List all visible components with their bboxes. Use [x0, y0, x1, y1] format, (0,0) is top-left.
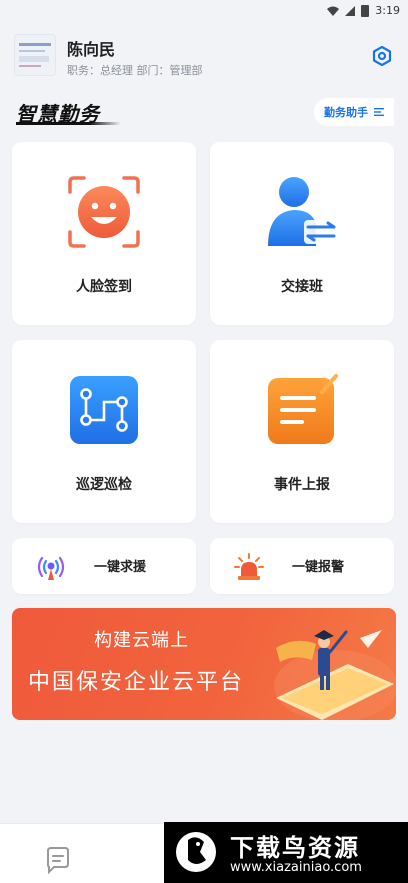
banner-line-2: 中国保安企业云平台: [28, 670, 245, 695]
status-bar: 3:19: [0, 0, 408, 24]
assistant-label: 勤务助手: [324, 106, 368, 119]
wifi-icon: [327, 6, 340, 16]
watermark-overlay: 下载鸟资源 www.xiazainiao.com: [164, 822, 408, 883]
section-title-underline: [16, 122, 121, 125]
quick-action-label: 一键求援: [94, 560, 147, 575]
alarm-light-icon: [234, 553, 264, 580]
feature-label: 人脸签到: [76, 279, 132, 295]
user-position: 职务：总经理 部门：管理部: [67, 64, 203, 77]
banner-line-1: 构建云端上: [94, 630, 189, 651]
status-time: 3:19: [375, 4, 400, 17]
menu-lines-icon: [374, 108, 384, 116]
promo-banner[interactable]: 构建云端上 中国保安企业云平台: [12, 608, 396, 720]
status-icons: 3:19: [327, 4, 400, 17]
message-tab-icon[interactable]: [44, 846, 72, 874]
signal-icon: [345, 5, 356, 16]
handover-icon: [268, 177, 338, 246]
patrol-card[interactable]: 巡逻巡检: [12, 340, 196, 523]
bird-logo: [176, 832, 216, 872]
avatar[interactable]: [14, 34, 56, 76]
profile-header: 陈向民 职务：总经理 部门：管理部: [0, 24, 408, 88]
quick-action-label: 一键报警: [292, 560, 345, 575]
graduate-phone-illustration: [274, 630, 396, 720]
user-name: 陈向民: [67, 40, 116, 59]
battery-icon: [361, 4, 370, 17]
one-key-help-button[interactable]: 一键求援: [12, 538, 196, 594]
assistant-button[interactable]: 勤务助手: [314, 98, 394, 126]
broadcast-icon: [37, 556, 65, 580]
report-icon: [268, 374, 338, 444]
watermark-url: www.xiazainiao.com: [230, 860, 362, 875]
feature-label: 交接班: [281, 279, 323, 295]
face-checkin-card[interactable]: 人脸签到: [12, 142, 196, 325]
feature-label: 巡逻巡检: [76, 477, 132, 493]
watermark-title: 下载鸟资源: [230, 834, 360, 862]
patrol-route-icon: [70, 376, 138, 444]
one-key-alarm-button[interactable]: 一键报警: [210, 538, 394, 594]
face-icon: [68, 176, 140, 248]
handover-card[interactable]: 交接班: [210, 142, 394, 325]
event-report-card[interactable]: 事件上报: [210, 340, 394, 523]
settings-icon[interactable]: [372, 46, 392, 66]
feature-label: 事件上报: [274, 477, 330, 493]
